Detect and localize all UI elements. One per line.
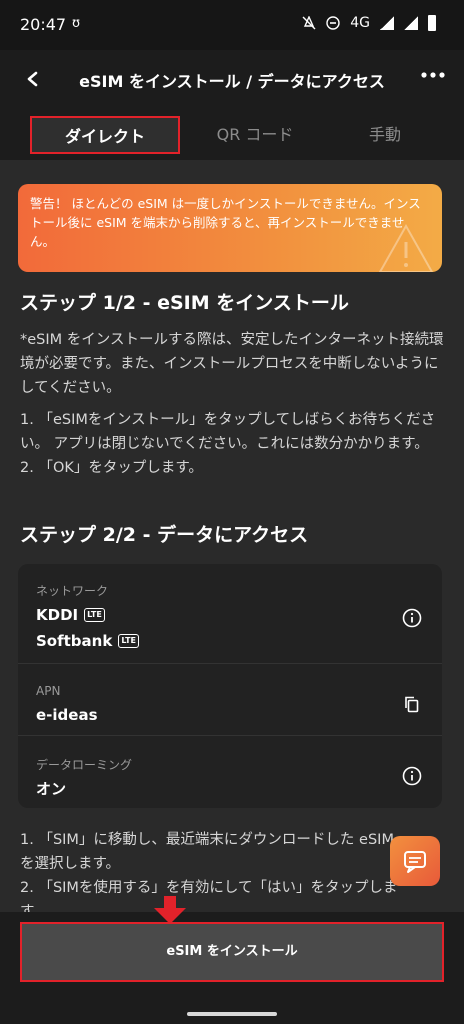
roaming-label: データローミング	[36, 758, 133, 772]
arrow-down-icon	[154, 896, 186, 924]
back-button[interactable]	[18, 64, 48, 94]
network-type: 4G	[350, 15, 370, 31]
mute-icon	[302, 16, 316, 30]
lte-badge: LTE	[118, 634, 140, 648]
status-icons: 4G	[302, 15, 436, 31]
step1-title: ステップ 1/2 - eSIM をインストール	[20, 292, 349, 314]
carrier-name: KDDI	[36, 606, 79, 624]
tab-manual[interactable]: 手動	[330, 116, 440, 154]
step2-title: ステップ 2/2 - データにアクセス	[20, 524, 309, 546]
apn-row: APN e-ideas	[18, 664, 442, 736]
wifi-signal-icon	[404, 16, 418, 30]
carrier-name: Softbank	[36, 632, 113, 650]
tab-direct[interactable]: ダイレクト	[30, 116, 180, 154]
apn-value: e-ideas	[36, 706, 98, 724]
carrier-softbank: Softbank LTE	[36, 632, 140, 650]
info-icon[interactable]	[402, 766, 422, 786]
roaming-value: オン	[36, 780, 67, 798]
data-settings-card: ネットワーク KDDI LTE Softbank LTE APN e-ideas…	[18, 564, 442, 808]
step1-instructions: 1. 「eSIMをインストール」をタップしてしばらくお待ちください。 アプリは閉…	[20, 412, 436, 476]
roaming-row: データローミング オン	[18, 736, 442, 808]
copy-icon[interactable]	[402, 694, 422, 714]
app-bar: eSIM をインストール / データにアクセス	[0, 50, 464, 108]
more-options-button[interactable]	[418, 60, 448, 90]
status-time: 20:47	[20, 15, 67, 34]
lte-badge: LTE	[84, 608, 105, 622]
install-esim-button[interactable]: eSIM をインストール	[20, 922, 444, 982]
info-icon[interactable]	[402, 608, 422, 628]
bottom-action-bar: eSIM をインストール	[0, 896, 464, 1024]
dnd-icon	[326, 16, 340, 30]
home-indicator[interactable]	[187, 1012, 277, 1016]
warning-text: 警告！ ほとんどの eSIM は一度しかインストールできません。インストール後に…	[30, 196, 421, 249]
app-notification-icon: ʊ	[72, 16, 81, 31]
cell-signal-icon	[380, 16, 394, 30]
carrier-kddi: KDDI LTE	[36, 606, 105, 624]
step2-instructions: 1. 「SIM」に移動し、最近端末にダウンロードした eSIMを選択します。 2…	[20, 832, 398, 912]
step1-note: *eSIM をインストールする際は、安定したインターネット接続環境が必要です。ま…	[20, 332, 444, 396]
tab-qr-code[interactable]: QR コード	[180, 116, 330, 154]
chat-icon	[404, 851, 426, 873]
battery-icon	[428, 15, 436, 31]
network-row: ネットワーク KDDI LTE Softbank LTE	[18, 564, 442, 664]
apn-label: APN	[36, 684, 61, 698]
page-title: eSIM をインストール / データにアクセス	[79, 72, 385, 91]
support-chat-button[interactable]	[390, 836, 440, 886]
content-area[interactable]: 警告！ ほとんどの eSIM は一度しかインストールできません。インストール後に…	[0, 160, 464, 912]
install-method-tabs: ダイレクト QR コード 手動	[0, 108, 464, 160]
back-arrow-icon	[27, 71, 38, 87]
more-dots-icon	[421, 72, 445, 78]
warning-triangle-icon	[378, 223, 434, 272]
status-bar: 20:47 ʊ 4G	[0, 0, 464, 50]
warning-banner: 警告！ ほとんどの eSIM は一度しかインストールできません。インストール後に…	[18, 184, 442, 272]
network-label: ネットワーク	[36, 584, 109, 598]
